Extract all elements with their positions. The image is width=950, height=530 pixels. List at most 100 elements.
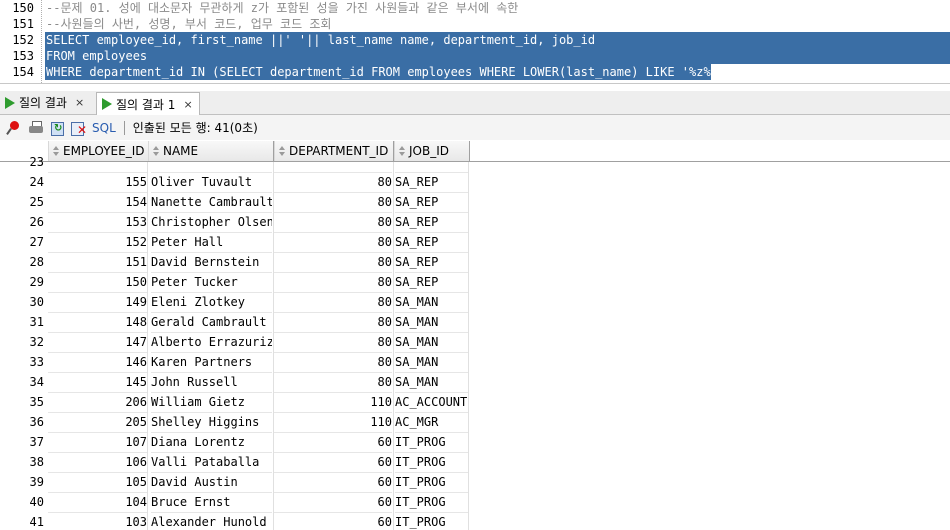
row-number: 41 xyxy=(29,515,44,529)
row-number: 35 xyxy=(29,395,44,409)
close-icon[interactable]: × xyxy=(183,98,192,111)
cell-job-id: AC_ACCOUNT xyxy=(395,392,468,413)
table-row[interactable]: 38 106 Valli Pataballa 60 IT_PROG xyxy=(0,452,950,473)
cell-department-id xyxy=(274,152,392,173)
row-number: 32 xyxy=(29,335,44,349)
cell-job-id xyxy=(395,152,468,173)
editor-line[interactable]: 153 FROM employees xyxy=(0,48,950,64)
results-grid[interactable]: EMPLOYEE_ID NAME DEPARTMENT_ID JOB_ID 23… xyxy=(0,141,950,530)
cell-job-id: SA_MAN xyxy=(395,332,468,353)
clear-icon[interactable]: ✕ xyxy=(70,120,87,136)
row-number: 25 xyxy=(29,195,44,209)
cell-department-id: 80 xyxy=(274,332,392,353)
cell-employee-id xyxy=(48,152,147,173)
cell-job-id: SA_REP xyxy=(395,212,468,233)
toolbar-divider xyxy=(123,120,125,135)
editor-line[interactable]: 151 --사원들의 사번, 성명, 부서 코드, 업무 코드 조회 xyxy=(0,16,950,32)
cell-department-id: 80 xyxy=(274,292,392,313)
cell-name: Alexander Hunold xyxy=(151,512,272,530)
table-row[interactable]: 30 149 Eleni Zlotkey 80 SA_MAN xyxy=(0,292,950,313)
code-text: FROM employees xyxy=(46,49,148,63)
table-row[interactable]: 41 103 Alexander Hunold 60 IT_PROG xyxy=(0,512,950,530)
row-number: 26 xyxy=(29,215,44,229)
cell-employee-id: 106 xyxy=(48,452,147,473)
cell-employee-id: 150 xyxy=(48,272,147,293)
editor-line[interactable]: 154 WHERE department_id IN (SELECT depart… xyxy=(0,64,950,80)
cell-department-id: 60 xyxy=(274,512,392,530)
table-row[interactable]: 28 151 David Bernstein 80 SA_REP xyxy=(0,252,950,273)
sql-editor[interactable]: 150 --문제 01. 성에 대소문자 무관하게 z가 포함된 성을 가진 사원… xyxy=(0,0,950,84)
row-number: 29 xyxy=(29,275,44,289)
cell-job-id: IT_PROG xyxy=(395,452,468,473)
cell-employee-id: 151 xyxy=(48,252,147,273)
table-row[interactable]: 31 148 Gerald Cambrault 80 SA_MAN xyxy=(0,312,950,333)
cell-name: Nanette Cambrault xyxy=(151,192,272,213)
cell-employee-id: 155 xyxy=(48,172,147,193)
cell-department-id: 80 xyxy=(274,192,392,213)
cell-job-id: SA_MAN xyxy=(395,372,468,393)
close-icon[interactable]: × xyxy=(75,96,84,109)
table-row[interactable]: 27 152 Peter Hall 80 SA_REP xyxy=(0,232,950,253)
table-row[interactable]: 33 146 Karen Partners 80 SA_MAN xyxy=(0,352,950,373)
table-row[interactable]: 26 153 Christopher Olsen 80 SA_REP xyxy=(0,212,950,233)
results-toolbar: ↻ ✕ SQL 인출된 모든 행: 41(0초) xyxy=(0,115,950,140)
cell-job-id: SA_MAN xyxy=(395,352,468,373)
table-row[interactable]: 24 155 Oliver Tuvault 80 SA_REP xyxy=(0,172,950,193)
table-row[interactable]: 35 206 William Gietz 110 AC_ACCOUNT xyxy=(0,392,950,413)
cell-employee-id: 149 xyxy=(48,292,147,313)
cell-employee-id: 152 xyxy=(48,232,147,253)
cell-employee-id: 146 xyxy=(48,352,147,373)
cell-department-id: 60 xyxy=(274,452,392,473)
row-number: 30 xyxy=(29,295,44,309)
code-text: SELECT employee_id, first_name ||' '|| l… xyxy=(46,33,596,47)
table-row[interactable]: 25 154 Nanette Cambrault 80 SA_REP xyxy=(0,192,950,213)
cell-department-id: 80 xyxy=(274,372,392,393)
table-row[interactable]: 29 150 Peter Tucker 80 SA_REP xyxy=(0,272,950,293)
cell-employee-id: 154 xyxy=(48,192,147,213)
cell-name: Peter Tucker xyxy=(151,272,272,293)
tab-label: 질의 결과 1 xyxy=(116,97,176,112)
cell-employee-id: 205 xyxy=(48,412,147,433)
cell-job-id: IT_PROG xyxy=(395,472,468,493)
table-row[interactable]: 32 147 Alberto Errazuriz 80 SA_MAN xyxy=(0,332,950,353)
cell-department-id: 60 xyxy=(274,472,392,493)
row-number: 33 xyxy=(29,355,44,369)
cell-employee-id: 147 xyxy=(48,332,147,353)
line-number: 150 xyxy=(12,1,34,15)
cell-job-id: SA_REP xyxy=(395,272,468,293)
table-row[interactable]: 40 104 Bruce Ernst 60 IT_PROG xyxy=(0,492,950,513)
code-text: --사원들의 사번, 성명, 부서 코드, 업무 코드 조회 xyxy=(46,17,332,31)
table-row[interactable]: 36 205 Shelley Higgins 110 AC_MGR xyxy=(0,412,950,433)
tab-query-result-1[interactable]: 질의 결과 1 × xyxy=(96,92,200,115)
cell-employee-id: 206 xyxy=(48,392,147,413)
table-row[interactable]: 39 105 David Austin 60 IT_PROG xyxy=(0,472,950,493)
selection-highlight xyxy=(45,48,950,64)
cell-job-id: SA_MAN xyxy=(395,312,468,333)
row-number: 38 xyxy=(29,455,44,469)
cell-job-id: IT_PROG xyxy=(395,492,468,513)
pin-icon[interactable] xyxy=(6,120,23,136)
row-number: 24 xyxy=(29,175,44,189)
row-number: 40 xyxy=(29,495,44,509)
print-icon[interactable] xyxy=(28,120,44,136)
row-number: 39 xyxy=(29,475,44,489)
cell-department-id: 110 xyxy=(274,392,392,413)
cell-job-id: AC_MGR xyxy=(395,412,468,433)
sql-button[interactable]: SQL xyxy=(92,121,116,135)
cell-employee-id: 105 xyxy=(48,472,147,493)
table-row[interactable]: 37 107 Diana Lorentz 60 IT_PROG xyxy=(0,432,950,453)
editor-line[interactable]: 152 SELECT employee_id, first_name ||' '|… xyxy=(0,32,950,48)
refresh-icon[interactable]: ↻ xyxy=(49,120,65,136)
cell-employee-id: 153 xyxy=(48,212,147,233)
code-text: WHERE department_id IN (SELECT departmen… xyxy=(46,65,733,79)
tab-query-result[interactable]: 질의 결과 × xyxy=(0,92,92,113)
row-number: 28 xyxy=(29,255,44,269)
table-row[interactable]: 34 145 John Russell 80 SA_MAN xyxy=(0,372,950,393)
cell-job-id: SA_REP xyxy=(395,232,468,253)
editor-line[interactable]: 150 --문제 01. 성에 대소문자 무관하게 z가 포함된 성을 가진 사원… xyxy=(0,0,950,16)
cell-employee-id: 104 xyxy=(48,492,147,513)
play-icon xyxy=(5,96,15,109)
cell-employee-id: 148 xyxy=(48,312,147,333)
cell-name: William Gietz xyxy=(151,392,272,413)
table-row[interactable]: 23 xyxy=(0,152,950,173)
